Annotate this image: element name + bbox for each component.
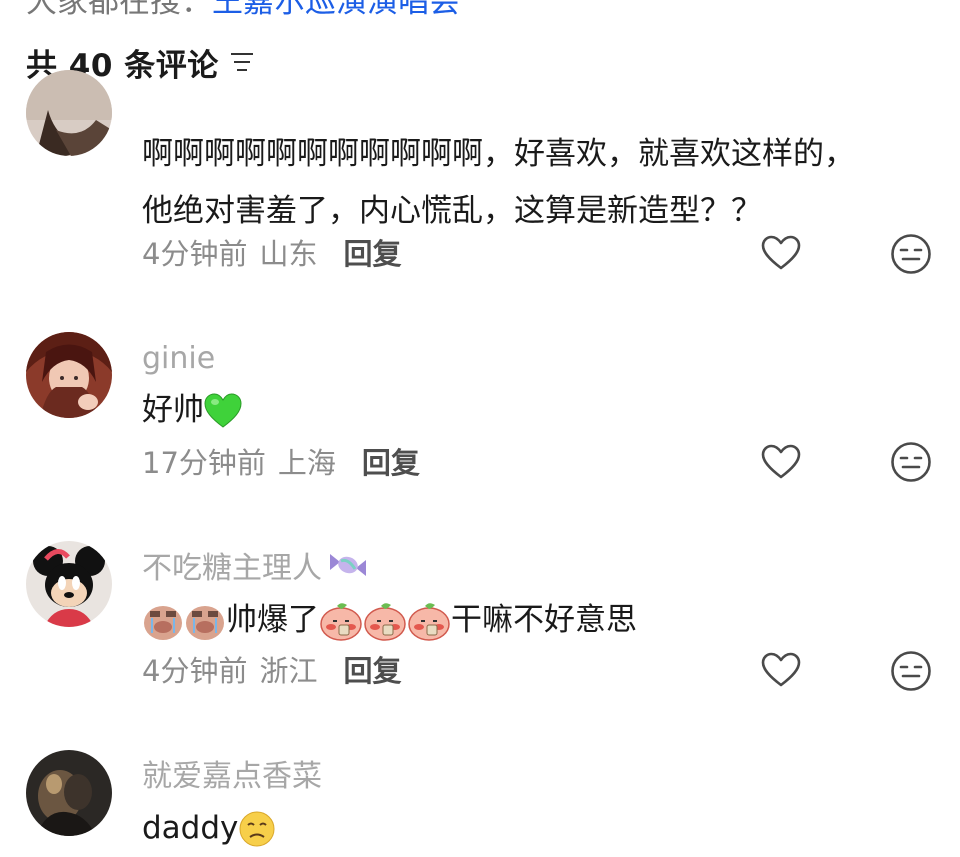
crying-pig-emoji-icon [144, 605, 182, 640]
comment-meta: 4分钟前 山东 回复 [142, 232, 401, 272]
avatar[interactable] [26, 70, 112, 156]
username-text: ginie [142, 340, 216, 376]
neutral-face-icon[interactable] [890, 650, 932, 692]
heart-outline-icon[interactable] [761, 444, 801, 480]
comment-text: daddy [142, 800, 912, 857]
comment-location: 浙江 [259, 654, 318, 688]
username-text: 就爱嘉点香菜 [142, 759, 322, 794]
comment-location: 山东 [259, 237, 318, 271]
comment-time: 4分钟前 [142, 237, 248, 271]
comment-location: 上海 [277, 446, 336, 480]
comment-meta: 4分钟前 浙江 回复 [142, 649, 401, 689]
comment-username[interactable]: 就爱嘉点香菜 [142, 753, 322, 794]
post-title-prefix: 大家都在搜： [26, 0, 212, 20]
candy-icon [330, 554, 366, 576]
comment-text-body: 好帅 [142, 392, 204, 428]
comment-text: 啊啊啊啊啊啊啊啊啊啊啊，好喜欢，就喜欢这样的， 他绝对害羞了，内心慌乱，这算是新… [142, 126, 912, 240]
neutral-face-icon[interactable] [890, 233, 932, 275]
blushing-peach-emoji-icon [320, 602, 362, 641]
comment-text: 帅爆了 干嘛不好意思 [142, 592, 912, 649]
filter-icon[interactable] [229, 50, 255, 74]
comment-text: 好帅 [142, 382, 912, 439]
avatar[interactable] [26, 541, 112, 627]
post-title-link[interactable]: 王嘉尔巡演演唱会 [212, 0, 460, 20]
crying-pig-emoji-icon [186, 605, 224, 640]
heart-outline-icon[interactable] [761, 235, 801, 271]
reply-button[interactable]: 回复 [343, 648, 401, 690]
avatar[interactable] [26, 750, 112, 836]
comment-text-body: daddy [142, 810, 239, 846]
avatar[interactable] [26, 332, 112, 418]
comment-text-line: 啊啊啊啊啊啊啊啊啊啊啊，好喜欢，就喜欢这样的， [142, 136, 855, 172]
comment-text-body: 帅爆了 [226, 602, 319, 638]
reply-button[interactable]: 回复 [362, 440, 420, 482]
blushing-peach-emoji-icon [364, 602, 406, 641]
comment-username[interactable]: ginie [142, 338, 215, 378]
comment-time: 4分钟前 [142, 654, 248, 688]
comment-time: 17分钟前 [142, 446, 266, 480]
reply-button[interactable]: 回复 [343, 231, 401, 273]
crying-face-icon [239, 811, 275, 846]
comment-meta: 17分钟前 上海 回复 [142, 441, 420, 481]
blushing-peach-emoji-icon [408, 602, 450, 641]
post-title: 大家都在搜：王嘉尔巡演演唱会 [26, 0, 460, 21]
comment-text-suffix: 干嘛不好意思 [451, 602, 637, 638]
neutral-face-icon[interactable] [890, 441, 932, 483]
username-text: 不吃糖主理人 [142, 551, 322, 586]
comment-username[interactable]: 不吃糖主理人 [142, 545, 370, 586]
green-heart-icon [204, 392, 242, 428]
heart-outline-icon[interactable] [761, 652, 801, 688]
